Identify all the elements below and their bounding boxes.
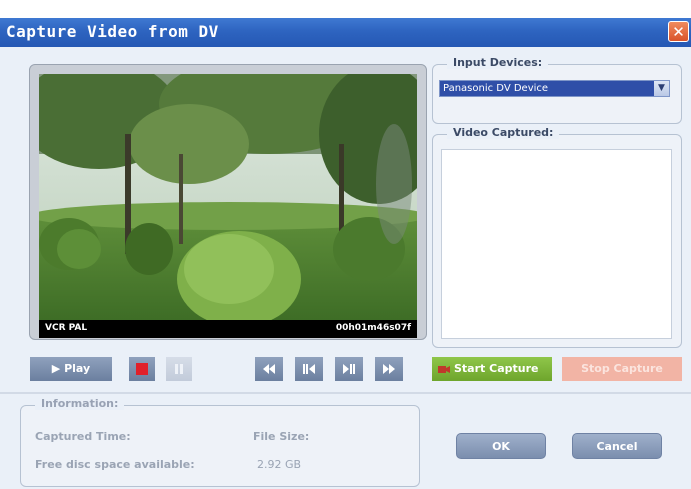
step-forward-button[interactable] <box>335 357 363 381</box>
window-title: Capture Video from DV <box>6 22 219 41</box>
video-format-label: VCR PAL <box>45 323 88 333</box>
divider <box>0 392 691 394</box>
stop-button[interactable] <box>129 357 155 381</box>
dialog-body: VCR PAL 00h01m46s07f ▶ Play Input Device… <box>0 47 691 489</box>
video-captured-group: Video Captured: <box>432 126 682 348</box>
file-size-label: File Size: <box>253 430 310 443</box>
video-preview: VCR PAL 00h01m46s07f <box>39 74 417 338</box>
information-label: Information: <box>35 397 125 410</box>
start-capture-button[interactable]: Start Capture <box>432 357 552 381</box>
pause-icon <box>175 364 183 374</box>
start-capture-label: Start Capture <box>454 362 539 375</box>
chevron-down-icon[interactable]: ▼ <box>654 81 669 96</box>
selected-device: Panasonic DV Device <box>443 83 549 94</box>
captured-video-list[interactable] <box>441 149 672 339</box>
rewind-button[interactable] <box>255 357 283 381</box>
information-group: Information: Captured Time: File Size: F… <box>20 397 420 487</box>
fast-forward-icon <box>383 364 395 374</box>
play-button[interactable]: ▶ Play <box>30 357 112 381</box>
video-frame-image <box>39 74 417 320</box>
timecode-display: 00h01m46s07f <box>335 323 411 333</box>
close-button[interactable]: ✕ <box>668 21 689 42</box>
free-space-value: 2.92 GB <box>257 458 302 471</box>
rewind-icon <box>263 364 275 374</box>
captured-time-label: Captured Time: <box>35 430 131 443</box>
fast-forward-button[interactable] <box>375 357 403 381</box>
video-captured-label: Video Captured: <box>447 126 560 139</box>
step-back-button[interactable] <box>295 357 323 381</box>
step-back-icon <box>303 364 315 374</box>
free-space-label: Free disc space available: <box>35 458 195 471</box>
stop-icon <box>136 363 148 375</box>
input-devices-group: Input Devices: Panasonic DV Device ▼ <box>432 56 682 124</box>
close-icon: ✕ <box>672 23 685 41</box>
stop-capture-button[interactable]: Stop Capture <box>562 357 682 381</box>
camera-icon <box>438 366 450 373</box>
input-devices-label: Input Devices: <box>447 56 549 69</box>
title-bar: Capture Video from DV ✕ <box>0 18 691 47</box>
cancel-button[interactable]: Cancel <box>572 433 662 459</box>
ok-button[interactable]: OK <box>456 433 546 459</box>
pause-button[interactable] <box>166 357 192 381</box>
video-status-bar: VCR PAL 00h01m46s07f <box>39 320 417 338</box>
input-device-select[interactable]: Panasonic DV Device ▼ <box>439 80 670 97</box>
video-preview-frame: VCR PAL 00h01m46s07f <box>29 64 427 340</box>
step-forward-icon <box>343 364 355 374</box>
